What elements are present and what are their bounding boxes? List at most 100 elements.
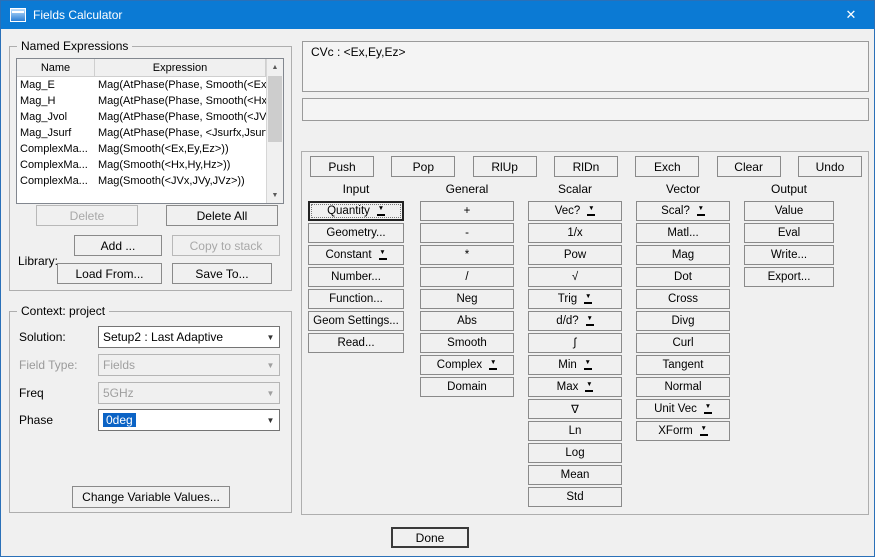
calc-button-label: Geom Settings... xyxy=(313,315,399,327)
table-row[interactable]: ComplexMa... Mag(Smooth(<JVx,JVy,JVz>)) xyxy=(17,173,266,189)
table-row[interactable]: Mag_H Mag(AtPhase(Phase, Smooth(<Hx,H... xyxy=(17,93,266,109)
calc-button[interactable]: Abs xyxy=(420,311,514,331)
close-button[interactable]: ✕ xyxy=(828,1,874,29)
copy-to-stack-label: Copy to stack xyxy=(190,239,263,253)
calc-button[interactable]: Domain xyxy=(420,377,514,397)
save-to-button[interactable]: Save To... xyxy=(172,263,272,284)
table-scrollbar[interactable]: ▲ ▼ xyxy=(266,59,283,203)
calc-button-label: Mean xyxy=(561,469,590,481)
calc-button[interactable]: Function... xyxy=(308,289,404,309)
calc-button[interactable]: Export... xyxy=(744,267,834,287)
calc-button[interactable]: Quantity ▼ xyxy=(308,201,404,221)
calc-button[interactable]: 1/x xyxy=(528,223,622,243)
calc-button-label: Std xyxy=(566,491,583,503)
context-title: Context: project xyxy=(17,304,109,318)
calc-button[interactable]: Value xyxy=(744,201,834,221)
expressions-table[interactable]: Name Expression Mag_E Mag(AtPhase(Phase,… xyxy=(16,58,284,204)
calc-button[interactable]: Read... xyxy=(308,333,404,353)
calc-button[interactable]: Mean xyxy=(528,465,622,485)
dropdown-arrow-icon: ▼ xyxy=(262,416,279,425)
calc-button[interactable]: Write... xyxy=(744,245,834,265)
calc-button[interactable]: Cross xyxy=(636,289,730,309)
calc-button[interactable]: Scal? ▼ xyxy=(636,201,730,221)
solution-dropdown[interactable]: Setup2 : Last Adaptive ▼ xyxy=(98,326,280,348)
calc-button[interactable]: √ xyxy=(528,267,622,287)
copy-to-stack-button[interactable]: Copy to stack xyxy=(172,235,280,256)
dropdown-arrow-icon: ▼ xyxy=(697,206,705,216)
calc-button[interactable]: - xyxy=(420,223,514,243)
delete-all-button[interactable]: Delete All xyxy=(166,205,278,226)
calc-button[interactable]: ∇ xyxy=(528,399,622,419)
cell-expression: Mag(AtPhase(Phase, <Jsurfx,Jsurfy,J... xyxy=(95,127,266,139)
freq-label: Freq xyxy=(19,386,44,400)
calc-button-label: ∫ xyxy=(573,337,576,349)
calc-button[interactable]: Log xyxy=(528,443,622,463)
stack-op-button[interactable]: Pop xyxy=(391,156,455,177)
calc-button[interactable]: Vec? ▼ xyxy=(528,201,622,221)
calc-button-label: √ xyxy=(572,271,578,283)
calc-button[interactable]: Divg xyxy=(636,311,730,331)
calc-button[interactable]: Constant ▼ xyxy=(308,245,404,265)
table-row[interactable]: ComplexMa... Mag(Smooth(<Ex,Ey,Ez>)) xyxy=(17,141,266,157)
stack-op-button[interactable]: RlUp xyxy=(473,156,537,177)
calc-button[interactable]: Curl xyxy=(636,333,730,353)
calc-button[interactable]: / xyxy=(420,267,514,287)
calc-button[interactable]: Max ▼ xyxy=(528,377,622,397)
calc-button[interactable]: Matl... xyxy=(636,223,730,243)
calc-button[interactable]: Ln xyxy=(528,421,622,441)
stack-entry[interactable]: CVc : <Ex,Ey,Ez> xyxy=(311,45,860,59)
calc-button[interactable]: Std xyxy=(528,487,622,507)
calc-button[interactable]: Number... xyxy=(308,267,404,287)
calc-button[interactable]: ∫ xyxy=(528,333,622,353)
calc-button[interactable]: XForm ▼ xyxy=(636,421,730,441)
scrollbar-thumb[interactable] xyxy=(268,76,282,142)
calc-button-label: Tangent xyxy=(663,359,704,371)
calc-button[interactable]: d/d? ▼ xyxy=(528,311,622,331)
change-variable-values-button[interactable]: Change Variable Values... xyxy=(72,486,230,508)
calc-button[interactable]: Smooth xyxy=(420,333,514,353)
scroll-up-icon[interactable]: ▲ xyxy=(267,59,283,75)
calc-button[interactable]: Geometry... xyxy=(308,223,404,243)
calc-button-label: Matl... xyxy=(667,227,698,239)
calc-button[interactable]: Normal xyxy=(636,377,730,397)
calc-button[interactable]: Eval xyxy=(744,223,834,243)
calc-button[interactable]: Dot xyxy=(636,267,730,287)
load-from-button[interactable]: Load From... xyxy=(57,263,162,284)
stack-op-button[interactable]: Exch xyxy=(635,156,699,177)
table-row[interactable]: Mag_Jsurf Mag(AtPhase(Phase, <Jsurfx,Jsu… xyxy=(17,125,266,141)
calc-button[interactable]: * xyxy=(420,245,514,265)
library-add-button[interactable]: Add ... xyxy=(74,235,162,256)
calc-button[interactable]: Pow xyxy=(528,245,622,265)
field-type-dropdown[interactable]: Fields ▼ xyxy=(98,354,280,376)
table-row[interactable]: Mag_E Mag(AtPhase(Phase, Smooth(<Ex,E... xyxy=(17,77,266,93)
stack-op-button[interactable]: Push xyxy=(310,156,374,177)
column-header-name[interactable]: Name xyxy=(17,59,95,76)
calc-button[interactable]: + xyxy=(420,201,514,221)
calc-button-label: Ln xyxy=(569,425,582,437)
calc-button[interactable]: Min ▼ xyxy=(528,355,622,375)
calc-button[interactable]: Mag xyxy=(636,245,730,265)
stack-op-button[interactable]: Undo xyxy=(798,156,862,177)
calc-button[interactable]: Tangent xyxy=(636,355,730,375)
calc-button[interactable]: Complex ▼ xyxy=(420,355,514,375)
calc-button[interactable]: Unit Vec ▼ xyxy=(636,399,730,419)
calc-button[interactable]: Trig ▼ xyxy=(528,289,622,309)
calc-button-label: ∇ xyxy=(571,402,579,416)
done-button[interactable]: Done xyxy=(391,527,469,548)
calc-button[interactable]: Geom Settings... xyxy=(308,311,404,331)
calc-button-label: Min xyxy=(558,359,577,371)
dropdown-arrow-icon: ▼ xyxy=(262,361,279,370)
stack-op-button[interactable]: RlDn xyxy=(554,156,618,177)
close-icon: ✕ xyxy=(846,7,857,23)
calc-button[interactable]: Neg xyxy=(420,289,514,309)
stack-op-label: Clear xyxy=(734,160,763,174)
column-header-expression[interactable]: Expression xyxy=(95,59,266,76)
delete-button[interactable]: Delete xyxy=(36,205,138,226)
table-row[interactable]: ComplexMa... Mag(Smooth(<Hx,Hy,Hz>)) xyxy=(17,157,266,173)
phase-dropdown[interactable]: 0deg ▼ xyxy=(98,409,280,431)
table-row[interactable]: Mag_Jvol Mag(AtPhase(Phase, Smooth(<JVx,… xyxy=(17,109,266,125)
stack-op-button[interactable]: Clear xyxy=(717,156,781,177)
freq-dropdown[interactable]: 5GHz ▼ xyxy=(98,382,280,404)
scroll-down-icon[interactable]: ▼ xyxy=(267,187,283,203)
scalar-column: Scalar Vec? ▼ 1/x Pow √ xyxy=(528,180,622,509)
